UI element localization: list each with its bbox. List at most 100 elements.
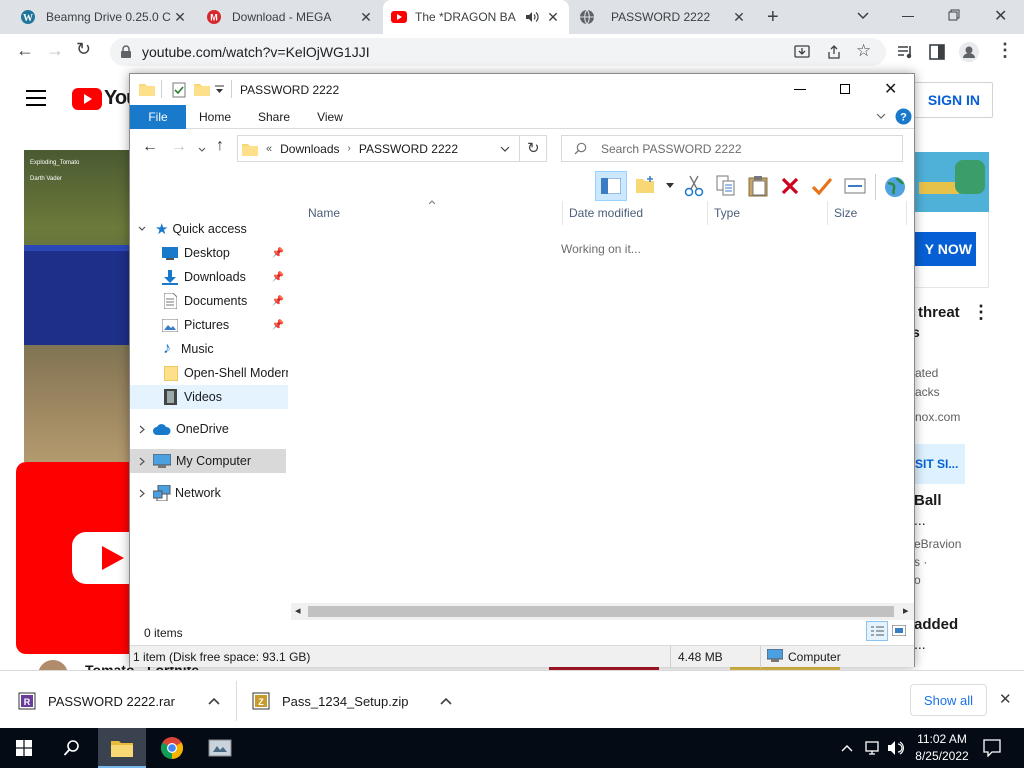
back-icon[interactable]: ← (142, 138, 158, 156)
download-item[interactable]: Z Pass_1234_Setup.zip (244, 681, 466, 721)
nav-item-quick-access[interactable]: ★ Quick access (130, 217, 288, 241)
star-icon[interactable]: ☆ (856, 41, 871, 61)
nav-item-downloads[interactable]: Downloads 📌 (130, 265, 288, 289)
browser-tab-password[interactable]: PASSWORD 2222 ✕ (571, 0, 755, 34)
chevron-right-icon[interactable] (139, 425, 145, 434)
tab-share[interactable]: Share (244, 105, 304, 129)
nav-item-pictures[interactable]: Pictures 📌 (130, 313, 288, 337)
delete-icon[interactable] (780, 176, 800, 196)
pin-icon[interactable]: 📌 (272, 320, 284, 331)
suggestion-title[interactable]: threat (918, 304, 960, 321)
suggestion-title[interactable]: added (914, 616, 958, 633)
browser-tab-mega[interactable]: M Download - MEGA ✕ (198, 0, 382, 34)
nav-item-videos[interactable]: Videos (130, 385, 288, 409)
youtube-logo-icon[interactable] (72, 88, 102, 110)
download-item[interactable]: R PASSWORD 2222.rar (10, 681, 234, 721)
hamburger-menu-icon[interactable] (26, 90, 46, 106)
menu-kebab-icon[interactable]: ⋮ (996, 40, 1014, 61)
browser-tab-beamng[interactable]: W Beamng Drive 0.25.0 C ✕ (12, 0, 196, 34)
visit-site-button[interactable]: SIT SI... (913, 444, 965, 484)
paste-icon[interactable] (748, 175, 768, 197)
chrome-icon[interactable] (161, 737, 183, 759)
nav-item-open-shell[interactable]: Open-Shell Modern (130, 361, 288, 385)
help-icon[interactable]: ? (895, 108, 912, 125)
close-window-icon[interactable]: ✕ (994, 6, 1007, 26)
chevron-up-icon[interactable] (841, 744, 853, 752)
up-icon[interactable]: ↑ (216, 137, 224, 155)
search-icon[interactable] (63, 739, 81, 757)
network-tray-icon[interactable] (863, 740, 881, 756)
tab-home[interactable]: Home (186, 105, 244, 129)
column-header-size[interactable]: Size (827, 201, 907, 225)
share-icon[interactable] (826, 44, 842, 60)
address-bar[interactable]: youtube.com/watch?v=KelOjWG1JJI ☆ (110, 38, 886, 66)
tab-search-icon[interactable] (856, 11, 870, 21)
scrollbar-thumb[interactable] (308, 606, 894, 617)
volume-icon[interactable] (887, 740, 905, 756)
dropdown-arrow-icon[interactable] (666, 183, 674, 188)
chevron-right-icon[interactable] (139, 489, 145, 498)
nav-item-desktop[interactable]: Desktop 📌 (130, 241, 288, 265)
details-view-button[interactable] (866, 621, 888, 641)
restore-icon[interactable] (948, 9, 960, 21)
column-header-date-modified[interactable]: Date modified (562, 201, 707, 225)
media-control-icon[interactable] (897, 44, 915, 60)
column-header-type[interactable]: Type (707, 201, 827, 225)
expand-ribbon-icon[interactable] (876, 113, 886, 120)
profile-avatar-icon[interactable] (959, 42, 979, 62)
forward-icon[interactable]: → (171, 138, 187, 156)
chevron-right-icon[interactable] (139, 457, 145, 466)
speaker-icon[interactable] (525, 11, 539, 23)
breadcrumb-item[interactable]: PASSWORD 2222 (359, 142, 458, 156)
tab-file[interactable]: File (130, 105, 186, 129)
recent-locations-icon[interactable] (198, 147, 206, 152)
taskbar-file-explorer[interactable] (98, 728, 146, 768)
tab-view[interactable]: View (304, 105, 356, 129)
close-tab-icon[interactable]: ✕ (172, 9, 188, 25)
address-bar[interactable]: « Downloads › PASSWORD 2222 ↻ (237, 135, 547, 162)
pin-icon[interactable]: 📌 (272, 248, 284, 259)
nav-item-documents[interactable]: Documents 📌 (130, 289, 288, 313)
suggestion-title[interactable]: Ball (914, 492, 942, 509)
forward-icon[interactable]: → (46, 40, 64, 61)
maximize-icon[interactable] (840, 84, 850, 94)
close-window-icon[interactable]: ✕ (884, 79, 897, 99)
nav-item-onedrive[interactable]: OneDrive (130, 417, 288, 441)
close-tab-icon[interactable]: ✕ (358, 9, 374, 25)
properties-icon[interactable] (172, 82, 186, 98)
new-tab-icon[interactable]: + (767, 6, 779, 29)
breadcrumb-separator-icon[interactable]: › (348, 143, 351, 154)
nav-item-my-computer[interactable]: My Computer (130, 449, 286, 473)
side-panel-icon[interactable] (929, 44, 945, 60)
close-tab-icon[interactable]: ✕ (545, 9, 561, 25)
select-icon[interactable] (811, 176, 833, 196)
minimize-icon[interactable] (902, 16, 914, 17)
ad-cta-button[interactable]: Y NOW (912, 232, 976, 266)
cut-icon[interactable] (684, 175, 704, 197)
back-icon[interactable]: ← (16, 40, 34, 61)
customize-toolbar-icon[interactable] (215, 85, 224, 94)
pin-icon[interactable]: 📌 (272, 272, 284, 283)
refresh-icon[interactable]: ↻ (527, 139, 540, 157)
reload-icon[interactable]: ↻ (76, 39, 91, 60)
nav-item-network[interactable]: Network (130, 481, 288, 505)
network-globe-icon[interactable] (883, 175, 907, 199)
clock-time[interactable]: 11:02 AM (914, 732, 970, 746)
scroll-right-icon[interactable]: ▸ (903, 604, 909, 617)
chevron-up-icon[interactable] (440, 697, 452, 705)
video-player[interactable]: Exploding_Tomato Darth Vader (24, 150, 130, 462)
new-folder-icon[interactable] (194, 82, 210, 96)
install-icon[interactable] (794, 44, 810, 60)
address-dropdown-icon[interactable] (500, 146, 510, 153)
windows-start-icon[interactable] (16, 740, 32, 756)
pin-icon[interactable]: 📌 (272, 296, 284, 307)
large-icons-view-icon[interactable] (892, 625, 906, 636)
copy-icon[interactable] (716, 175, 736, 197)
notifications-icon[interactable] (983, 739, 1001, 757)
ad-thumbnail[interactable] (913, 152, 989, 212)
new-folder-toolbar-icon[interactable] (636, 176, 656, 194)
close-downloads-bar-icon[interactable]: ✕ (999, 690, 1012, 708)
horizontal-scrollbar[interactable]: ◂ ▸ (291, 603, 914, 620)
clock-date[interactable]: 8/25/2022 (914, 749, 970, 763)
chevron-down-icon[interactable] (138, 226, 146, 232)
